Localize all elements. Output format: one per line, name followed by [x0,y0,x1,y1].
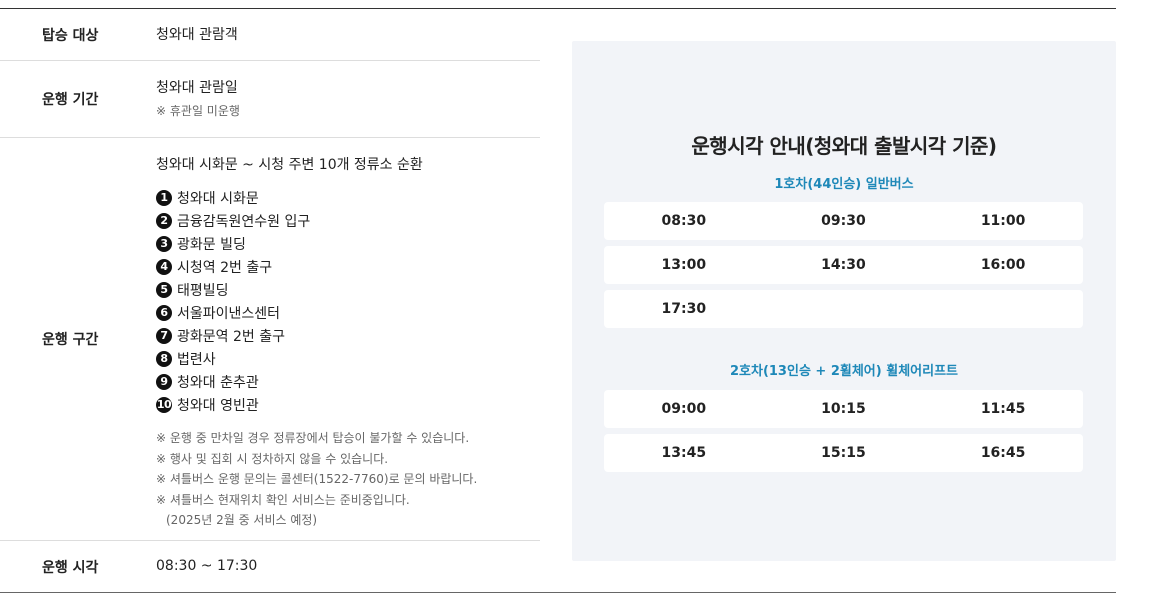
time-slot: 15:15 [821,445,866,461]
time-slot: 16:00 [980,257,1026,273]
bottom-divider [0,592,1116,593]
row-time: 운행 시각 08:30 ~ 17:30 [0,541,540,592]
stop-item: 4 시청역 2번 출구 [156,255,540,278]
target-value: 청와대 관람객 [156,27,238,43]
bus2-time-row: 09:00 10:15 11:45 [604,390,1083,428]
number-9-icon: 9 [156,373,172,390]
route-notes: ※ 운행 중 만차일 경우 정류장에서 탑승이 불가할 수 있습니다. ※ 행사… [156,428,540,531]
target-label: 탑승 대상 [42,27,99,44]
time-value: 08:30 ~ 17:30 [156,558,258,574]
period-note: ※ 휴관일 미운행 [156,104,240,118]
time-slot: 11:00 [980,213,1026,229]
time-slot [923,290,1083,328]
bus1-time-row: 13:00 14:30 16:00 [604,246,1083,284]
stop-name: 법련사 [177,351,216,368]
stop-item: 6 서울파이낸스센터 [156,301,540,324]
time-slot: 09:00 [661,401,707,417]
time-slot: 08:30 [661,213,707,229]
period-value: 청와대 관람일 [156,80,238,96]
time-slot: 17:30 [661,301,707,317]
bus1-time-row: 08:30 09:30 11:00 [604,202,1083,240]
bus2-title: 2호차(13인승 + 2휠체어) 휠체어리프트 [729,364,958,379]
note-location-service: ※ 셔틀버스 현재위치 확인 서비스는 준비중입니다. [156,492,410,507]
time-slot: 09:30 [821,213,866,229]
stop-list: 1 청와대 시화문 2 금융감독원연수원 입구 3 광화문 빌딩 4 시청역 2번 출구… [156,186,540,416]
stop-item: 9 청와대 춘추관 [156,370,540,393]
number-10-icon: 10 [156,396,172,413]
bus1-title: 1호차(44인승) 일반버스 [774,177,914,192]
stop-item: 1 청와대 시화문 [156,186,540,209]
stop-name: 서울파이낸스센터 [177,305,281,322]
note-callcenter: ※ 셔틀버스 운행 문의는 콜센터(1522-7760)로 문의 바랍니다. [156,472,478,486]
number-4-icon: 4 [156,258,172,275]
row-target: 탑승 대상 청와대 관람객 [0,9,540,61]
stop-name: 청와대 시화문 [177,190,259,207]
stop-item: 7 광화문역 2번 출구 [156,324,540,347]
bus2-time-row: 13:45 15:15 16:45 [604,434,1083,472]
stop-name: 광화문역 2번 출구 [177,328,285,345]
note-full-bus: ※ 운행 중 만차일 경우 정류장에서 탑승이 불가할 수 있습니다. [156,431,470,445]
stop-item: 8 법련사 [156,347,540,370]
route-label: 운행 구간 [42,332,99,348]
route-summary: 청와대 시화문 ~ 시청 주변 10개 정류소 순환 [156,157,423,173]
stop-item: 3 광화문 빌딩 [156,232,540,255]
row-period: 운행 기간 청와대 관람일 ※ 휴관일 미운행 [0,61,540,138]
stop-name: 태평빌딩 [177,282,229,299]
number-8-icon: 8 [156,350,172,367]
time-slot: 16:45 [980,445,1026,461]
time-slot: 13:00 [661,257,707,273]
stop-name: 금융감독원연수원 입구 [177,213,311,230]
time-label: 운행 시각 [42,559,99,576]
stop-name: 청와대 춘추관 [177,374,259,391]
row-route: 운행 구간 청와대 시화문 ~ 시청 주변 10개 정류소 순환 1 청와대 시화… [0,138,540,541]
stop-name: 시청역 2번 출구 [177,259,273,276]
stop-name: 광화문 빌딩 [177,236,246,253]
time-slot: 11:45 [980,401,1026,417]
number-7-icon: 7 [156,327,172,344]
time-slot [764,290,924,328]
note-events: ※ 행사 및 집회 시 정차하지 않을 수 있습니다. [156,451,389,466]
number-3-icon: 3 [156,235,172,252]
stop-item: 5 태평빌딩 [156,278,540,301]
number-6-icon: 6 [156,304,172,321]
stop-item: 10 청와대 영빈관 [156,393,540,416]
number-1-icon: 1 [156,189,172,206]
number-5-icon: 5 [156,281,172,298]
shuttle-info-table: 탑승 대상 청와대 관람객 운행 기간 청와대 관람일 ※ 휴관일 미운행 운행… [0,9,540,592]
number-2-icon: 2 [156,212,172,229]
period-label: 운행 기간 [42,92,99,108]
stop-name: 청와대 영빈관 [177,397,259,414]
stop-item: 2 금융감독원연수원 입구 [156,209,540,232]
time-slot: 10:15 [821,401,866,417]
time-slot: 13:45 [661,445,707,461]
schedule-title: 운행시각 안내(청와대 출발시각 기준) [691,134,997,158]
note-service-date: (2025년 2월 중 서비스 예정) [166,513,318,527]
schedule-panel: 운행시각 안내(청와대 출발시각 기준) 1호차(44인승) 일반버스 08:3… [572,41,1116,561]
bus1-time-row: 17:30 [604,290,1083,328]
time-slot: 14:30 [821,257,866,273]
